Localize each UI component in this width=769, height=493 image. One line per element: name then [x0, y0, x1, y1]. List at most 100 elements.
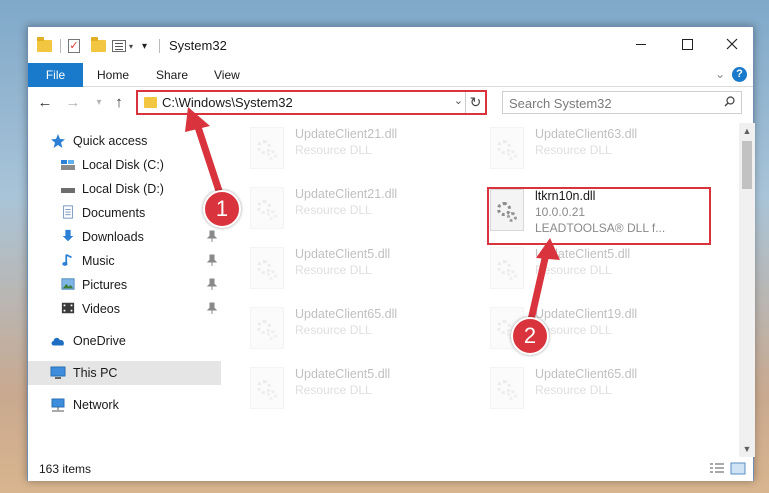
- file-name: ltkrn10n.dll: [535, 189, 596, 203]
- sidebar-item-local-disk-d[interactable]: Local Disk (D:): [28, 177, 221, 201]
- quick-access-separator: [60, 39, 61, 53]
- maximize-button[interactable]: [664, 27, 710, 61]
- address-history-chevron-icon[interactable]: ⌄: [454, 94, 463, 107]
- sidebar-item-documents[interactable]: Documents: [28, 201, 221, 225]
- dll-file-icon: [250, 187, 284, 229]
- details-view-icon[interactable]: [709, 462, 725, 475]
- drive-icon: [61, 188, 75, 193]
- expand-ribbon-chevron-icon[interactable]: ⌄: [715, 67, 725, 81]
- file-name: UpdateClient5.dll: [295, 367, 391, 381]
- refresh-button[interactable]: ↻: [465, 92, 485, 113]
- sidebar-item-videos[interactable]: Videos: [28, 297, 221, 321]
- sidebar-item-quick-access[interactable]: Quick access: [28, 129, 221, 153]
- file-item[interactable]: UpdateClient5.dll Resource DLL: [250, 243, 478, 299]
- step-1-badge: 1: [203, 190, 241, 228]
- sidebar-item-label: Music: [82, 254, 115, 268]
- tab-share[interactable]: Share: [156, 63, 188, 87]
- file-item[interactable]: UpdateClient63.dll Resource DLL: [490, 123, 718, 179]
- file-item[interactable]: UpdateClient5.dll Resource DLL: [490, 243, 718, 299]
- sidebar-item-label: OneDrive: [73, 334, 126, 348]
- tab-file[interactable]: File: [28, 63, 83, 87]
- file-name: UpdateClient65.dll: [535, 367, 638, 381]
- new-folder-icon[interactable]: [91, 37, 106, 55]
- tab-home[interactable]: Home: [97, 63, 129, 87]
- star-icon: [51, 134, 65, 148]
- file-list: UpdateClient21.dll Resource DLL UpdateCl…: [224, 123, 739, 457]
- file-item[interactable]: UpdateClient65.dll Resource DLL: [250, 303, 478, 359]
- file-name: UpdateClient21.dll: [295, 187, 398, 201]
- file-type: Resource DLL: [295, 203, 372, 217]
- sidebar-item-label: Documents: [82, 206, 146, 220]
- sidebar-item-label: Quick access: [73, 134, 148, 148]
- quick-access-dropdown-icon[interactable]: ▾: [142, 37, 147, 55]
- file-item[interactable]: UpdateClient21.dll Resource DLL: [250, 123, 478, 179]
- search-placeholder: Search System32: [509, 96, 612, 111]
- ribbon-tabs: File Home Share View ⌄ ?: [28, 63, 753, 87]
- sidebar-item-label: Pictures: [82, 278, 128, 292]
- status-bar: 163 items: [28, 457, 753, 481]
- search-input[interactable]: Search System32: [502, 91, 742, 114]
- file-item[interactable]: UpdateClient5.dll Resource DLL: [250, 363, 478, 419]
- dll-file-icon: [250, 247, 284, 289]
- file-type: Resource DLL: [295, 323, 372, 337]
- file-type: Resource DLL: [295, 143, 372, 157]
- file-type: Resource DLL: [535, 383, 612, 397]
- pin-icon[interactable]: [207, 278, 217, 290]
- sidebar-item-downloads[interactable]: Downloads: [28, 225, 221, 249]
- file-item[interactable]: UpdateClient21.dll Resource DLL: [250, 183, 478, 239]
- sidebar-item-this-pc[interactable]: This PC: [28, 361, 221, 385]
- pictures-icon: [61, 278, 75, 290]
- back-button[interactable]: ←: [36, 93, 54, 113]
- sidebar-item-network[interactable]: Network: [28, 393, 221, 417]
- help-icon[interactable]: ?: [732, 67, 747, 82]
- pin-icon[interactable]: [207, 254, 217, 266]
- sidebar-item-local-disk-c[interactable]: Local Disk (C:): [28, 153, 221, 177]
- quick-access-folder-icon[interactable]: [37, 37, 52, 55]
- this-pc-icon: [50, 366, 66, 379]
- close-icon: [726, 38, 738, 50]
- dll-file-icon: [490, 247, 524, 289]
- close-button[interactable]: [709, 27, 755, 61]
- file-name: UpdateClient5.dll: [295, 247, 391, 261]
- sidebar-item-pictures[interactable]: Pictures: [28, 273, 221, 297]
- file-name: UpdateClient65.dll: [295, 307, 398, 321]
- folder-icon: [144, 97, 157, 108]
- window-title: System32: [169, 38, 227, 53]
- title-separator: [159, 39, 160, 53]
- step-2-badge: 2: [511, 317, 549, 355]
- sidebar-item-music[interactable]: Music: [28, 249, 221, 273]
- properties-check-icon[interactable]: ✓: [68, 37, 80, 55]
- network-icon: [51, 398, 65, 412]
- scroll-up-arrow-icon[interactable]: ▲: [739, 123, 755, 139]
- search-icon: [724, 96, 735, 107]
- dll-file-icon: [490, 189, 524, 231]
- minimize-button[interactable]: [618, 27, 664, 61]
- address-bar[interactable]: C:\Windows\System32 ⌄ ↻: [136, 90, 487, 115]
- recent-locations-button[interactable]: ▾: [90, 93, 108, 113]
- customize-chevron-down-icon[interactable]: ▾: [129, 37, 133, 55]
- scroll-thumb[interactable]: [742, 141, 752, 189]
- pin-icon[interactable]: [207, 230, 217, 242]
- forward-button[interactable]: →: [64, 93, 82, 113]
- documents-icon: [63, 205, 73, 219]
- dll-file-icon: [250, 127, 284, 169]
- file-item[interactable]: UpdateClient65.dll Resource DLL: [490, 363, 718, 419]
- file-name: UpdateClient63.dll: [535, 127, 638, 141]
- scroll-down-arrow-icon[interactable]: ▼: [739, 441, 755, 457]
- sidebar-item-onedrive[interactable]: OneDrive: [28, 329, 221, 353]
- item-count: 163 items: [39, 462, 92, 476]
- sidebar-item-label: This PC: [73, 366, 118, 380]
- file-name: UpdateClient19.dll: [535, 307, 638, 321]
- vertical-scrollbar[interactable]: ▲ ▼: [739, 123, 755, 457]
- navigation-pane: Quick access Local Disk (C:) Local Disk …: [28, 123, 223, 457]
- onedrive-icon: [51, 337, 64, 346]
- file-item-ltkrn10n[interactable]: ltkrn10n.dll 10.0.0.21 LEADTOOLSA® DLL f…: [490, 185, 718, 241]
- up-button[interactable]: ↑: [110, 93, 128, 113]
- pin-icon[interactable]: [207, 302, 217, 314]
- file-type: Resource DLL: [535, 143, 612, 157]
- properties-icon[interactable]: [112, 37, 126, 55]
- file-type: Resource DLL: [535, 263, 612, 277]
- tab-view[interactable]: View: [214, 63, 240, 87]
- file-name: UpdateClient5.dll: [535, 247, 631, 261]
- large-icons-view-icon[interactable]: [730, 462, 746, 475]
